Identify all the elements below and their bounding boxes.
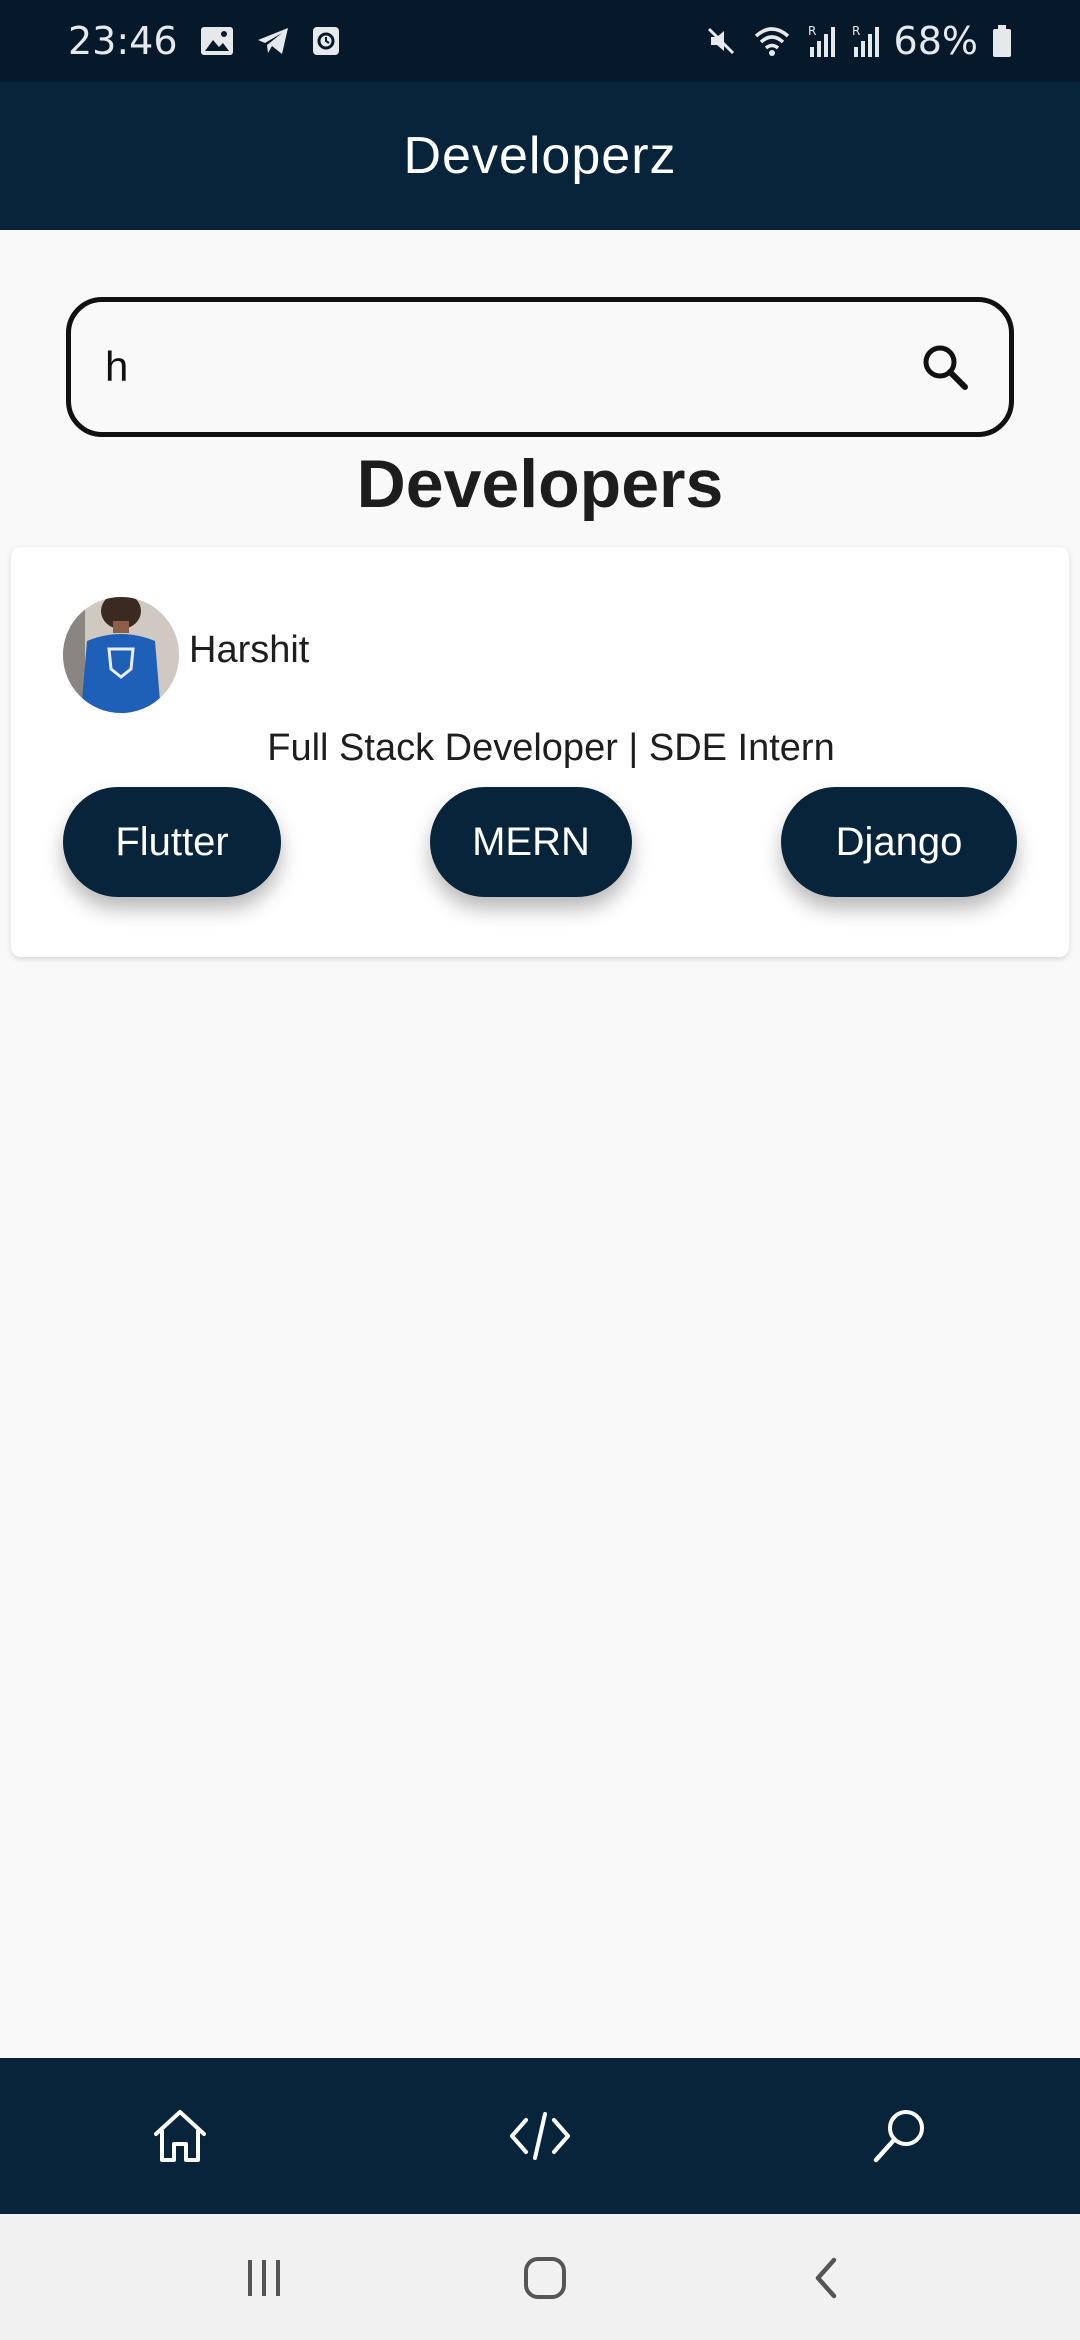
signal-icon: R [850, 23, 880, 59]
telegram-icon [256, 26, 290, 56]
search-box[interactable] [66, 297, 1014, 437]
status-bar: 23:46 R R 68% [0, 0, 1080, 82]
svg-text:R: R [852, 24, 860, 38]
signal-icon: R [806, 23, 836, 59]
tag-mern[interactable]: MERN [430, 787, 632, 897]
battery-percent: 68% [893, 19, 978, 63]
status-left: 23:46 [68, 19, 340, 63]
search-icon[interactable] [915, 337, 975, 397]
tag-flutter[interactable]: Flutter [63, 787, 281, 897]
status-right: R R 68% [704, 19, 1012, 63]
mute-icon [704, 24, 738, 58]
code-icon[interactable] [508, 2104, 572, 2168]
developer-name: Harshit [189, 629, 310, 671]
tag-django[interactable]: Django [781, 787, 1017, 897]
wifi-icon [752, 24, 792, 58]
section-title: Developers [356, 446, 724, 522]
screen: 23:46 R R 68% Developerz h Developers Ha… [0, 0, 1080, 2340]
search-input[interactable] [105, 343, 915, 391]
battery-icon [992, 24, 1012, 58]
status-time: 23:46 [68, 19, 178, 63]
home-button-icon[interactable] [515, 2250, 575, 2306]
developer-card[interactable]: Harshit Full Stack Developer | SDE Inter… [11, 547, 1069, 957]
developer-role: Full Stack Developer | SDE Intern [267, 727, 835, 769]
app-title: Developerz [403, 127, 677, 185]
search-icon[interactable] [868, 2104, 932, 2168]
bottom-nav [0, 2058, 1080, 2214]
gallery-icon [200, 26, 234, 56]
svg-text:R: R [808, 24, 816, 38]
clock-app-icon [312, 26, 340, 56]
avatar [63, 597, 179, 713]
home-icon[interactable] [148, 2104, 212, 2168]
back-icon[interactable] [796, 2250, 856, 2306]
recent-apps-icon[interactable] [234, 2250, 294, 2306]
app-bar: Developerz [0, 82, 1080, 230]
system-nav [0, 2214, 1080, 2340]
